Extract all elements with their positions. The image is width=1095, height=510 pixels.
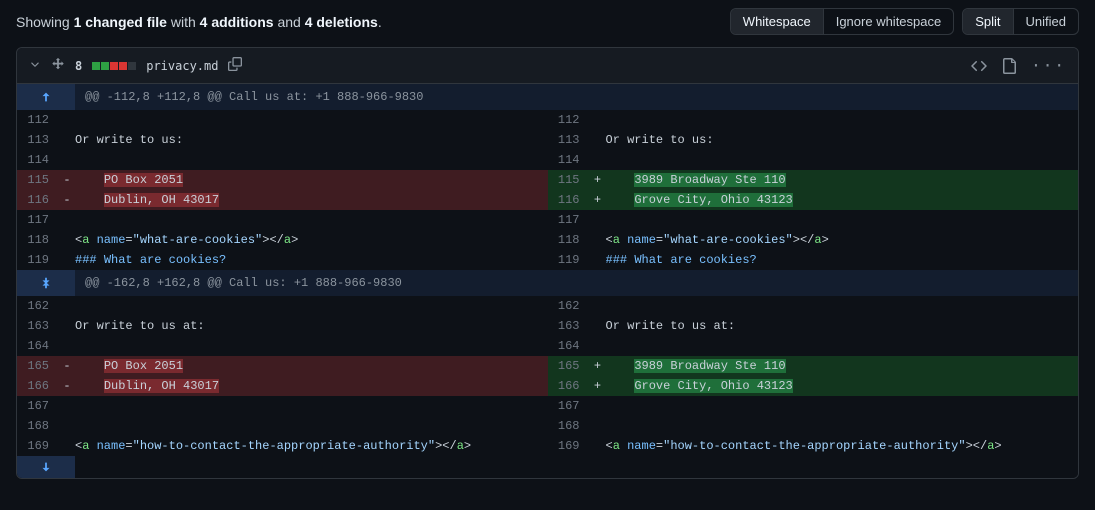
line-number[interactable]: 117: [548, 210, 590, 230]
code-line: [75, 296, 548, 316]
chevron-down-icon[interactable]: [29, 58, 41, 73]
line-number[interactable]: 115: [17, 170, 59, 190]
whitespace-toggle[interactable]: Whitespace Ignore whitespace: [730, 8, 954, 35]
code-line: [75, 336, 548, 356]
expand-icon[interactable]: [17, 270, 75, 296]
hunk-header: @@ -112,8 +112,8 @@ Call us at: +1 888-9…: [17, 84, 1078, 110]
diffstat-icon: [92, 62, 136, 70]
line-number[interactable]: 165: [548, 356, 590, 376]
code-line: Or write to us:: [606, 130, 1079, 150]
file-icon[interactable]: [1001, 58, 1017, 74]
code-line: PO Box 2051: [75, 356, 548, 376]
line-number[interactable]: 163: [548, 316, 590, 336]
code-line: [75, 150, 548, 170]
expand-down-icon[interactable]: [17, 456, 75, 478]
code-line: Grove City, Ohio 43123: [606, 376, 1079, 396]
code-line: [606, 150, 1079, 170]
code-line: [75, 210, 548, 230]
code-line: 3989 Broadway Ste 110: [606, 170, 1079, 190]
line-number[interactable]: 168: [17, 416, 59, 436]
code-line: Or write to us at:: [75, 316, 548, 336]
unified-view-button[interactable]: Unified: [1013, 9, 1078, 34]
code-line: Or write to us at:: [606, 316, 1079, 336]
code-line: [606, 210, 1079, 230]
kebab-icon[interactable]: ···: [1031, 56, 1066, 75]
line-number[interactable]: 164: [548, 336, 590, 356]
code-line: Dublin, OH 43017: [75, 376, 548, 396]
line-number[interactable]: 119: [17, 250, 59, 270]
code-line: <a name="how-to-contact-the-appropriate-…: [75, 436, 548, 456]
line-number[interactable]: 118: [548, 230, 590, 250]
line-number[interactable]: 169: [17, 436, 59, 456]
diff-summary: Showing 1 changed file with 4 additions …: [16, 14, 382, 30]
line-number[interactable]: 114: [548, 150, 590, 170]
code-line: <a name="what-are-cookies"></a>: [606, 230, 1079, 250]
line-number[interactable]: 115: [548, 170, 590, 190]
ignore-whitespace-button[interactable]: Ignore whitespace: [823, 9, 954, 34]
source-icon[interactable]: [971, 58, 987, 74]
line-number[interactable]: 169: [548, 436, 590, 456]
code-line: ### What are cookies?: [75, 250, 548, 270]
expand-icon[interactable]: [17, 84, 75, 110]
line-number[interactable]: 114: [17, 150, 59, 170]
copy-icon[interactable]: [228, 57, 242, 74]
line-number[interactable]: 166: [17, 376, 59, 396]
code-line: [606, 296, 1079, 316]
line-number[interactable]: 118: [17, 230, 59, 250]
line-number[interactable]: 167: [17, 396, 59, 416]
change-count: 8: [75, 59, 82, 73]
split-view-button[interactable]: Split: [963, 9, 1012, 34]
code-line: [606, 416, 1079, 436]
diff-file: 8 privacy.md ··· @@ -112,8 +112,8 @@ Cal…: [16, 47, 1079, 479]
code-line: [606, 336, 1079, 356]
line-number[interactable]: 119: [548, 250, 590, 270]
code-line: [606, 110, 1079, 130]
line-number[interactable]: 116: [17, 190, 59, 210]
line-number[interactable]: 113: [17, 130, 59, 150]
code-line: ### What are cookies?: [606, 250, 1079, 270]
code-line: 3989 Broadway Ste 110: [606, 356, 1079, 376]
code-line: [75, 396, 548, 416]
line-number[interactable]: 117: [17, 210, 59, 230]
code-line: [75, 416, 548, 436]
file-name[interactable]: privacy.md: [146, 59, 218, 73]
line-number[interactable]: 163: [17, 316, 59, 336]
line-number[interactable]: 162: [17, 296, 59, 316]
line-number[interactable]: 164: [17, 336, 59, 356]
code-line: [606, 396, 1079, 416]
code-line: <a name="what-are-cookies"></a>: [75, 230, 548, 250]
drag-handle-icon[interactable]: [51, 57, 65, 74]
line-number[interactable]: 168: [548, 416, 590, 436]
line-number[interactable]: 165: [17, 356, 59, 376]
line-number[interactable]: 166: [548, 376, 590, 396]
code-line: Dublin, OH 43017: [75, 190, 548, 210]
line-number[interactable]: 162: [548, 296, 590, 316]
line-number[interactable]: 112: [17, 110, 59, 130]
code-line: PO Box 2051: [75, 170, 548, 190]
whitespace-button[interactable]: Whitespace: [731, 9, 823, 34]
hunk-header: @@ -162,8 +162,8 @@ Call us: +1 888-966-…: [17, 270, 1078, 296]
line-number[interactable]: 116: [548, 190, 590, 210]
code-line: <a name="how-to-contact-the-appropriate-…: [606, 436, 1079, 456]
line-number[interactable]: 167: [548, 396, 590, 416]
line-number[interactable]: 113: [548, 130, 590, 150]
code-line: Grove City, Ohio 43123: [606, 190, 1079, 210]
view-toggle[interactable]: Split Unified: [962, 8, 1079, 35]
line-number[interactable]: 112: [548, 110, 590, 130]
code-line: [75, 110, 548, 130]
code-line: Or write to us:: [75, 130, 548, 150]
